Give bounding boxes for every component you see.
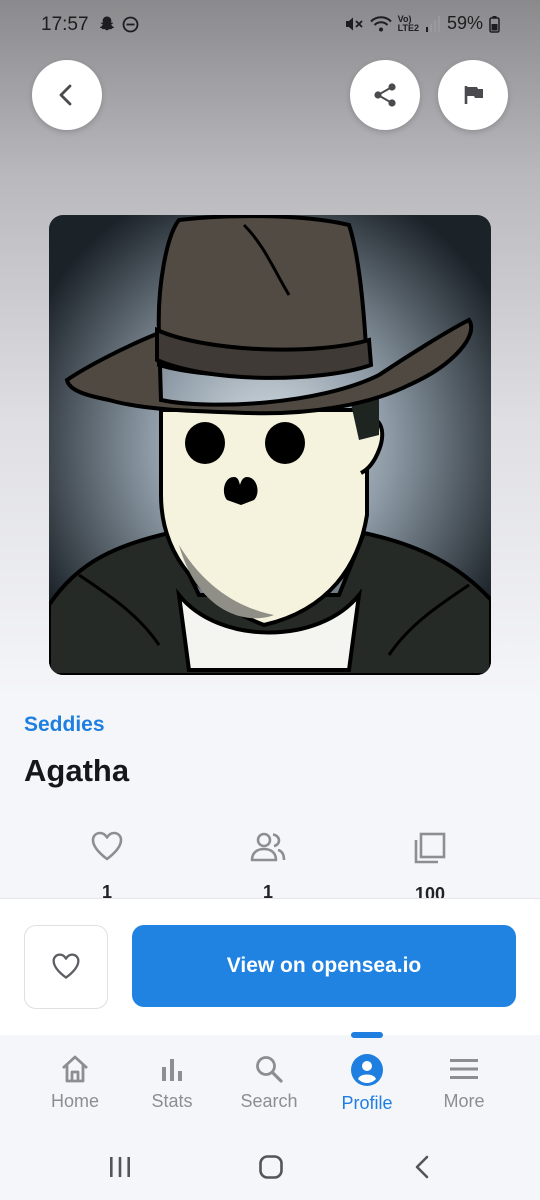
wifi-icon [369, 15, 392, 31]
nav-profile[interactable]: Profile [319, 1053, 415, 1114]
battery-percent: 59% [446, 13, 483, 33]
nav-search-label: Search [240, 1091, 298, 1111]
nav-search[interactable]: Search [221, 1053, 317, 1112]
status-time: 17:57 [41, 14, 89, 35]
system-navigation-bar [0, 1135, 540, 1200]
profile-icon [351, 1054, 383, 1086]
nav-more[interactable]: More [416, 1053, 512, 1112]
items-stat: 100 [370, 830, 490, 905]
nav-profile-label: Profile [341, 1093, 393, 1113]
bottom-nav: Home Stats Search Profile More [0, 1032, 540, 1135]
back-arrow-icon [415, 1155, 429, 1179]
collection-link[interactable]: Seddies [24, 713, 105, 737]
nav-home-label: Home [50, 1091, 99, 1111]
nft-image[interactable] [49, 215, 491, 675]
favorite-button[interactable] [24, 925, 108, 1009]
do-not-disturb-icon [122, 16, 139, 32]
back-button[interactable] [32, 60, 102, 130]
collection-icon [414, 832, 446, 864]
share-button[interactable] [350, 60, 420, 130]
nav-stats[interactable]: Stats [124, 1053, 220, 1112]
home-icon [62, 1055, 88, 1083]
recent-apps-icon [110, 1157, 130, 1177]
view-on-opensea-button[interactable]: View on opensea.io [132, 925, 516, 1007]
system-home-button[interactable] [251, 1151, 291, 1183]
share-icon [374, 83, 396, 107]
battery-icon [489, 15, 500, 33]
system-back-button[interactable] [403, 1151, 443, 1183]
nav-more-label: More [443, 1091, 485, 1111]
chevron-left-icon [59, 84, 72, 106]
search-icon [256, 1056, 283, 1083]
active-tab-indicator [351, 1032, 383, 1038]
mute-icon [345, 17, 363, 30]
heart-icon [52, 953, 80, 979]
menu-icon [450, 1059, 478, 1079]
report-button[interactable] [438, 60, 508, 130]
status-bar: 17:57 Vo) LTE2 59% [0, 0, 540, 52]
nft-title: Agatha [24, 753, 130, 788]
nav-home[interactable]: Home [27, 1053, 123, 1112]
recent-apps-button[interactable] [100, 1151, 140, 1183]
snapchat-icon [99, 16, 115, 31]
favorites-stat: 1 [47, 830, 167, 903]
owners-stat: 1 [208, 830, 328, 903]
home-circle-icon [259, 1155, 283, 1179]
flag-icon [464, 86, 483, 104]
heart-icon [91, 831, 123, 861]
stats-row: 1 1 100 [0, 830, 540, 904]
people-icon [250, 832, 286, 862]
skull-hat-artwork [49, 215, 491, 675]
bar-chart-icon [162, 1059, 182, 1081]
network-type: Vo) LTE2 [397, 13, 419, 33]
nav-stats-label: Stats [151, 1091, 193, 1111]
action-bar: View on opensea.io [0, 898, 540, 1036]
signal-icon [425, 15, 440, 32]
